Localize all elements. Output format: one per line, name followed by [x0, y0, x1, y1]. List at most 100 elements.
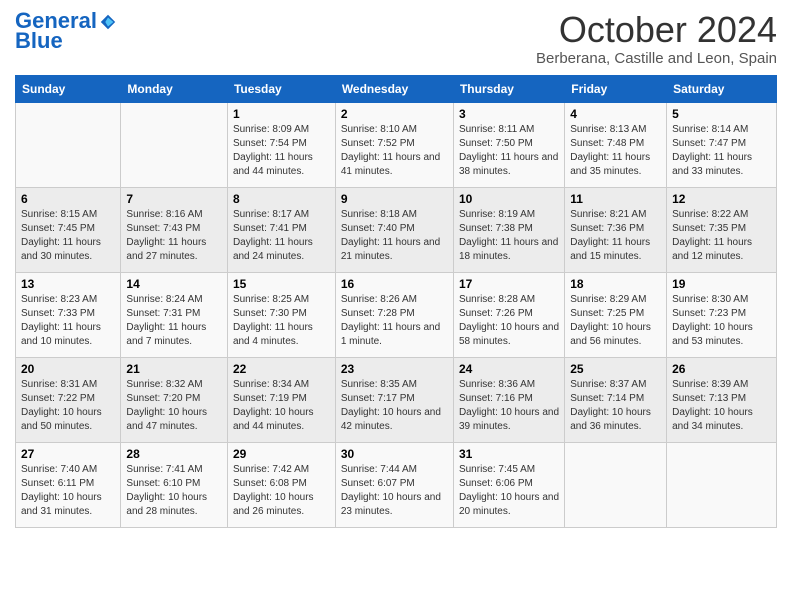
- day-info: Sunrise: 8:24 AM Sunset: 7:31 PM Dayligh…: [126, 293, 222, 349]
- day-info: Sunrise: 8:31 AM Sunset: 7:22 PM Dayligh…: [21, 378, 115, 434]
- week-row-2: 6 Sunrise: 8:15 AM Sunset: 7:45 PM Daylig…: [16, 187, 777, 272]
- day-info: Sunrise: 7:44 AM Sunset: 6:07 PM Dayligh…: [341, 463, 448, 519]
- day-number: 15: [233, 277, 330, 291]
- day-number: 25: [570, 362, 661, 376]
- calendar-cell: 19 Sunrise: 8:30 AM Sunset: 7:23 PM Dayli…: [667, 272, 777, 357]
- day-number: 2: [341, 107, 448, 121]
- column-header-tuesday: Tuesday: [227, 75, 335, 102]
- logo-blue: Blue: [15, 28, 63, 54]
- day-number: 22: [233, 362, 330, 376]
- day-info: Sunrise: 8:13 AM Sunset: 7:48 PM Dayligh…: [570, 123, 661, 179]
- day-info: Sunrise: 8:30 AM Sunset: 7:23 PM Dayligh…: [672, 293, 771, 349]
- week-row-1: 1 Sunrise: 8:09 AM Sunset: 7:54 PM Daylig…: [16, 102, 777, 187]
- calendar-cell: [121, 102, 228, 187]
- calendar-cell: 14Sunrise: 8:24 AM Sunset: 7:31 PM Dayli…: [121, 272, 228, 357]
- calendar-cell: 26 Sunrise: 8:39 AM Sunset: 7:13 PM Dayli…: [667, 357, 777, 442]
- calendar-cell: 20 Sunrise: 8:31 AM Sunset: 7:22 PM Dayli…: [16, 357, 121, 442]
- column-header-friday: Friday: [565, 75, 667, 102]
- day-number: 23: [341, 362, 448, 376]
- day-number: 31: [459, 447, 559, 461]
- day-info: Sunrise: 8:16 AM Sunset: 7:43 PM Dayligh…: [126, 208, 222, 264]
- day-info: Sunrise: 8:36 AM Sunset: 7:16 PM Dayligh…: [459, 378, 559, 434]
- day-number: 24: [459, 362, 559, 376]
- day-info: Sunrise: 8:37 AM Sunset: 7:14 PM Dayligh…: [570, 378, 661, 434]
- page-title: October 2024: [536, 10, 777, 50]
- calendar-header-row: SundayMondayTuesdayWednesdayThursdayFrid…: [16, 75, 777, 102]
- day-number: 8: [233, 192, 330, 206]
- calendar-cell: 17 Sunrise: 8:28 AM Sunset: 7:26 PM Dayli…: [453, 272, 564, 357]
- calendar-table: SundayMondayTuesdayWednesdayThursdayFrid…: [15, 75, 777, 528]
- day-info: Sunrise: 8:35 AM Sunset: 7:17 PM Dayligh…: [341, 378, 448, 434]
- calendar-cell: 29 Sunrise: 7:42 AM Sunset: 6:08 PM Dayli…: [227, 442, 335, 527]
- calendar-cell: 21 Sunrise: 8:32 AM Sunset: 7:20 PM Dayli…: [121, 357, 228, 442]
- day-number: 1: [233, 107, 330, 121]
- calendar-cell: 2 Sunrise: 8:10 AM Sunset: 7:52 PM Daylig…: [335, 102, 453, 187]
- calendar-cell: 7Sunrise: 8:16 AM Sunset: 7:43 PM Daylig…: [121, 187, 228, 272]
- column-header-monday: Monday: [121, 75, 228, 102]
- day-number: 29: [233, 447, 330, 461]
- calendar-cell: 8 Sunrise: 8:17 AM Sunset: 7:41 PM Daylig…: [227, 187, 335, 272]
- calendar-cell: 4Sunrise: 8:13 AM Sunset: 7:48 PM Daylig…: [565, 102, 667, 187]
- day-number: 27: [21, 447, 115, 461]
- day-number: 26: [672, 362, 771, 376]
- calendar-cell: [16, 102, 121, 187]
- day-number: 19: [672, 277, 771, 291]
- logo: General Blue: [15, 10, 117, 54]
- page-subtitle: Berberana, Castille and Leon, Spain: [536, 50, 777, 67]
- day-info: Sunrise: 8:21 AM Sunset: 7:36 PM Dayligh…: [570, 208, 661, 264]
- calendar-cell: [667, 442, 777, 527]
- calendar-cell: 15 Sunrise: 8:25 AM Sunset: 7:30 PM Dayli…: [227, 272, 335, 357]
- calendar-cell: 16 Sunrise: 8:26 AM Sunset: 7:28 PM Dayli…: [335, 272, 453, 357]
- calendar-cell: 30 Sunrise: 7:44 AM Sunset: 6:07 PM Dayli…: [335, 442, 453, 527]
- calendar-cell: 13 Sunrise: 8:23 AM Sunset: 7:33 PM Dayli…: [16, 272, 121, 357]
- column-header-wednesday: Wednesday: [335, 75, 453, 102]
- day-number: 21: [126, 362, 222, 376]
- day-number: 6: [21, 192, 115, 206]
- day-info: Sunrise: 8:15 AM Sunset: 7:45 PM Dayligh…: [21, 208, 115, 264]
- day-number: 17: [459, 277, 559, 291]
- calendar-cell: 22Sunrise: 8:34 AM Sunset: 7:19 PM Dayli…: [227, 357, 335, 442]
- day-info: Sunrise: 7:45 AM Sunset: 6:06 PM Dayligh…: [459, 463, 559, 519]
- column-header-sunday: Sunday: [16, 75, 121, 102]
- calendar-cell: 10Sunrise: 8:19 AM Sunset: 7:38 PM Dayli…: [453, 187, 564, 272]
- day-number: 9: [341, 192, 448, 206]
- day-info: Sunrise: 8:28 AM Sunset: 7:26 PM Dayligh…: [459, 293, 559, 349]
- column-header-thursday: Thursday: [453, 75, 564, 102]
- day-info: Sunrise: 8:17 AM Sunset: 7:41 PM Dayligh…: [233, 208, 330, 264]
- week-row-3: 13 Sunrise: 8:23 AM Sunset: 7:33 PM Dayli…: [16, 272, 777, 357]
- day-info: Sunrise: 8:09 AM Sunset: 7:54 PM Dayligh…: [233, 123, 330, 179]
- day-info: Sunrise: 8:25 AM Sunset: 7:30 PM Dayligh…: [233, 293, 330, 349]
- day-number: 13: [21, 277, 115, 291]
- day-info: Sunrise: 8:32 AM Sunset: 7:20 PM Dayligh…: [126, 378, 222, 434]
- day-number: 30: [341, 447, 448, 461]
- calendar-cell: 3Sunrise: 8:11 AM Sunset: 7:50 PM Daylig…: [453, 102, 564, 187]
- week-row-4: 20 Sunrise: 8:31 AM Sunset: 7:22 PM Dayli…: [16, 357, 777, 442]
- day-number: 18: [570, 277, 661, 291]
- day-number: 20: [21, 362, 115, 376]
- day-info: Sunrise: 8:39 AM Sunset: 7:13 PM Dayligh…: [672, 378, 771, 434]
- day-info: Sunrise: 8:26 AM Sunset: 7:28 PM Dayligh…: [341, 293, 448, 349]
- day-info: Sunrise: 7:42 AM Sunset: 6:08 PM Dayligh…: [233, 463, 330, 519]
- day-info: Sunrise: 8:11 AM Sunset: 7:50 PM Dayligh…: [459, 123, 559, 179]
- day-info: Sunrise: 8:18 AM Sunset: 7:40 PM Dayligh…: [341, 208, 448, 264]
- calendar-cell: 31 Sunrise: 7:45 AM Sunset: 6:06 PM Dayli…: [453, 442, 564, 527]
- calendar-cell: 1 Sunrise: 8:09 AM Sunset: 7:54 PM Daylig…: [227, 102, 335, 187]
- day-number: 16: [341, 277, 448, 291]
- day-info: Sunrise: 8:29 AM Sunset: 7:25 PM Dayligh…: [570, 293, 661, 349]
- day-number: 5: [672, 107, 771, 121]
- calendar-cell: 11 Sunrise: 8:21 AM Sunset: 7:36 PM Dayli…: [565, 187, 667, 272]
- calendar-cell: 18 Sunrise: 8:29 AM Sunset: 7:25 PM Dayli…: [565, 272, 667, 357]
- day-number: 12: [672, 192, 771, 206]
- day-info: Sunrise: 7:40 AM Sunset: 6:11 PM Dayligh…: [21, 463, 115, 519]
- day-number: 10: [459, 192, 559, 206]
- calendar-cell: 9 Sunrise: 8:18 AM Sunset: 7:40 PM Daylig…: [335, 187, 453, 272]
- day-info: Sunrise: 8:10 AM Sunset: 7:52 PM Dayligh…: [341, 123, 448, 179]
- column-header-saturday: Saturday: [667, 75, 777, 102]
- calendar-cell: 28Sunrise: 7:41 AM Sunset: 6:10 PM Dayli…: [121, 442, 228, 527]
- day-number: 28: [126, 447, 222, 461]
- calendar-cell: [565, 442, 667, 527]
- day-number: 11: [570, 192, 661, 206]
- calendar-cell: 5Sunrise: 8:14 AM Sunset: 7:47 PM Daylig…: [667, 102, 777, 187]
- page-header: General Blue October 2024 Berberana, Cas…: [15, 10, 777, 67]
- day-info: Sunrise: 8:23 AM Sunset: 7:33 PM Dayligh…: [21, 293, 115, 349]
